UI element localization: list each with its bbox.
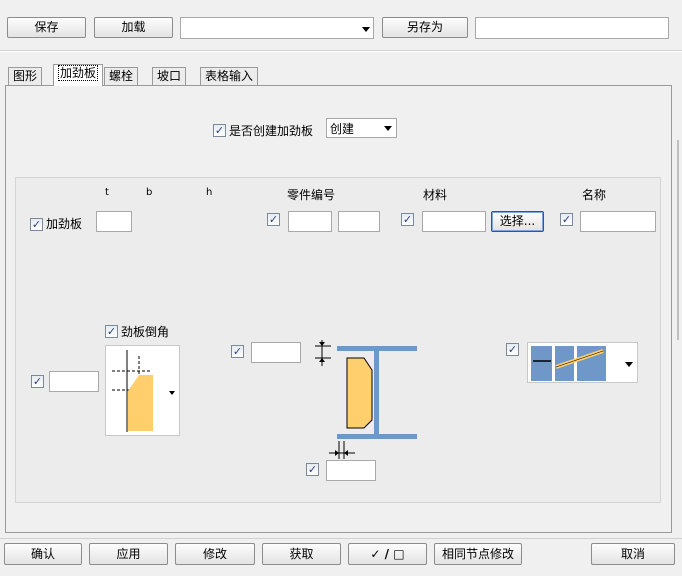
column-header-material: 材料	[423, 188, 448, 202]
load-button[interactable]: 加载	[94, 17, 173, 38]
tab-label: 表格输入	[205, 69, 254, 83]
name-checkbox[interactable]: ✓	[560, 213, 573, 226]
column-header-t: t	[105, 187, 109, 198]
toggle-all-checkboxes-button[interactable]: ✓ / □	[348, 543, 427, 565]
tab-label: 螺栓	[109, 69, 134, 83]
bottom-gap-checkbox[interactable]: ✓	[306, 463, 319, 476]
save-as-name-input[interactable]	[475, 17, 669, 39]
name-input[interactable]	[580, 211, 656, 232]
select-material-button[interactable]: 选择...	[491, 211, 544, 232]
chamfer-preview-icon	[112, 350, 175, 432]
tab-groove[interactable]: 坡口	[152, 67, 187, 85]
top-gap-input[interactable]	[251, 342, 301, 363]
window-edge	[677, 140, 679, 340]
cancel-button[interactable]: 取消	[591, 543, 675, 565]
chamfer-size-checkbox[interactable]: ✓	[31, 375, 44, 388]
toolbar-divider-highlight	[0, 51, 682, 52]
material-checkbox[interactable]: ✓	[401, 213, 414, 226]
preset-dropdown[interactable]	[180, 17, 374, 39]
stiffener-type-checkbox[interactable]: ✓	[506, 343, 519, 356]
save-as-button[interactable]: 另存为	[382, 17, 468, 38]
stiffener-thickness-input[interactable]	[96, 211, 132, 232]
get-button[interactable]: 获取	[262, 543, 341, 565]
tab-label: 加劲板	[58, 65, 99, 81]
tab-stiffener[interactable]: 加劲板	[53, 64, 104, 86]
stiffener-type-picker[interactable]	[527, 342, 638, 383]
material-input[interactable]	[422, 211, 486, 232]
tab-shape[interactable]: 图形	[8, 67, 43, 85]
chevron-down-icon	[362, 27, 370, 32]
create-select[interactable]: 创建	[326, 118, 397, 138]
save-button[interactable]: 保存	[7, 17, 86, 38]
stiffener-label: 加劲板	[46, 217, 83, 231]
part-prefix-input[interactable]	[288, 211, 332, 232]
column-header-b: b	[146, 187, 153, 198]
apply-button[interactable]: 应用	[89, 543, 168, 565]
tab-table-input[interactable]: 表格输入	[200, 67, 259, 85]
create-stiffener-checkbox[interactable]: ✓	[213, 124, 226, 137]
column-header-part-number: 零件编号	[287, 188, 336, 202]
i-beam-stiffener-icon	[315, 340, 417, 439]
bottom-gap-dimension-icon	[329, 441, 355, 459]
chamfer-size-input[interactable]	[49, 371, 99, 392]
create-stiffener-label: 是否创建加劲板	[229, 124, 314, 138]
modify-button[interactable]: 修改	[175, 543, 255, 565]
chevron-down-icon	[384, 126, 392, 131]
same-node-modify-button[interactable]: 相同节点修改	[434, 543, 522, 565]
bottom-divider	[0, 538, 682, 539]
part-start-number-input[interactable]	[338, 211, 380, 232]
column-header-h: h	[206, 187, 213, 198]
column-header-name: 名称	[582, 188, 607, 202]
create-select-value: 创建	[330, 122, 355, 136]
ok-button[interactable]: 确认	[4, 543, 82, 565]
chamfer-type-picker[interactable]	[105, 345, 180, 436]
chamfer-checkbox[interactable]: ✓	[105, 325, 118, 338]
tab-label: 坡口	[157, 69, 182, 83]
stiffener-type-preview-icon	[531, 346, 633, 381]
tab-label: 图形	[13, 69, 38, 83]
chamfer-label: 劲板倒角	[121, 325, 170, 339]
part-number-checkbox[interactable]: ✓	[267, 213, 280, 226]
top-gap-checkbox[interactable]: ✓	[231, 345, 244, 358]
bottom-gap-input[interactable]	[326, 460, 376, 481]
tab-bolts[interactable]: 螺栓	[104, 67, 139, 85]
stiffener-checkbox[interactable]: ✓	[30, 218, 43, 231]
